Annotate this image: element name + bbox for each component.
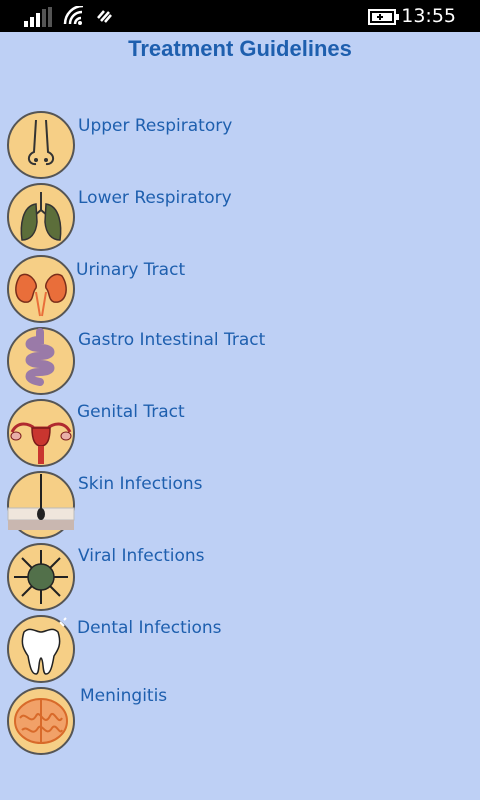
- page-title: Treatment Guidelines: [128, 36, 352, 61]
- intestine-icon: [7, 327, 75, 395]
- list-item-genital-tract[interactable]: Genital Tract: [6, 398, 466, 468]
- list-item-upper-respiratory[interactable]: Upper Respiratory: [6, 110, 466, 180]
- tooth-icon: [7, 615, 75, 683]
- list-item-label: Viral Infections: [78, 546, 205, 566]
- uterus-icon: [7, 399, 75, 467]
- signal-icon: [24, 7, 52, 27]
- list-item-label: Genital Tract: [77, 402, 185, 422]
- virus-icon: [7, 543, 75, 611]
- lungs-icon: [7, 183, 75, 251]
- list-item-meningitis[interactable]: Meningitis: [6, 686, 466, 756]
- nose-icon: [7, 111, 75, 179]
- list-item-label: Skin Infections: [78, 474, 203, 494]
- list-item-lower-respiratory[interactable]: Lower Respiratory: [6, 182, 466, 252]
- list-item-label: Meningitis: [80, 686, 168, 706]
- list-item-label: Dental Infections: [77, 618, 222, 638]
- kidneys-icon: [7, 255, 75, 323]
- skin-icon: [7, 471, 75, 539]
- list-item-dental-infections[interactable]: Dental Infections: [6, 614, 466, 684]
- list-item-label: Gastro Intestinal Tract: [78, 330, 266, 350]
- battery-charging-icon: [368, 9, 399, 25]
- list-item-gastro-intestinal-tract[interactable]: Gastro Intestinal Tract: [6, 326, 466, 396]
- wifi-icon: [63, 6, 84, 25]
- clock: 13:55: [401, 5, 456, 27]
- list-item-label: Lower Respiratory: [78, 188, 232, 208]
- brain-icon: [7, 687, 75, 755]
- data-sync-icon: [97, 10, 112, 23]
- list-item-skin-infections[interactable]: Skin Infections: [6, 470, 466, 540]
- list-item-label: Upper Respiratory: [78, 116, 233, 136]
- list-item-urinary-tract[interactable]: Urinary Tract: [6, 254, 466, 324]
- list-item-viral-infections[interactable]: Viral Infections: [6, 542, 466, 612]
- status-bar: 13:55: [0, 0, 480, 32]
- list-item-label: Urinary Tract: [76, 260, 186, 280]
